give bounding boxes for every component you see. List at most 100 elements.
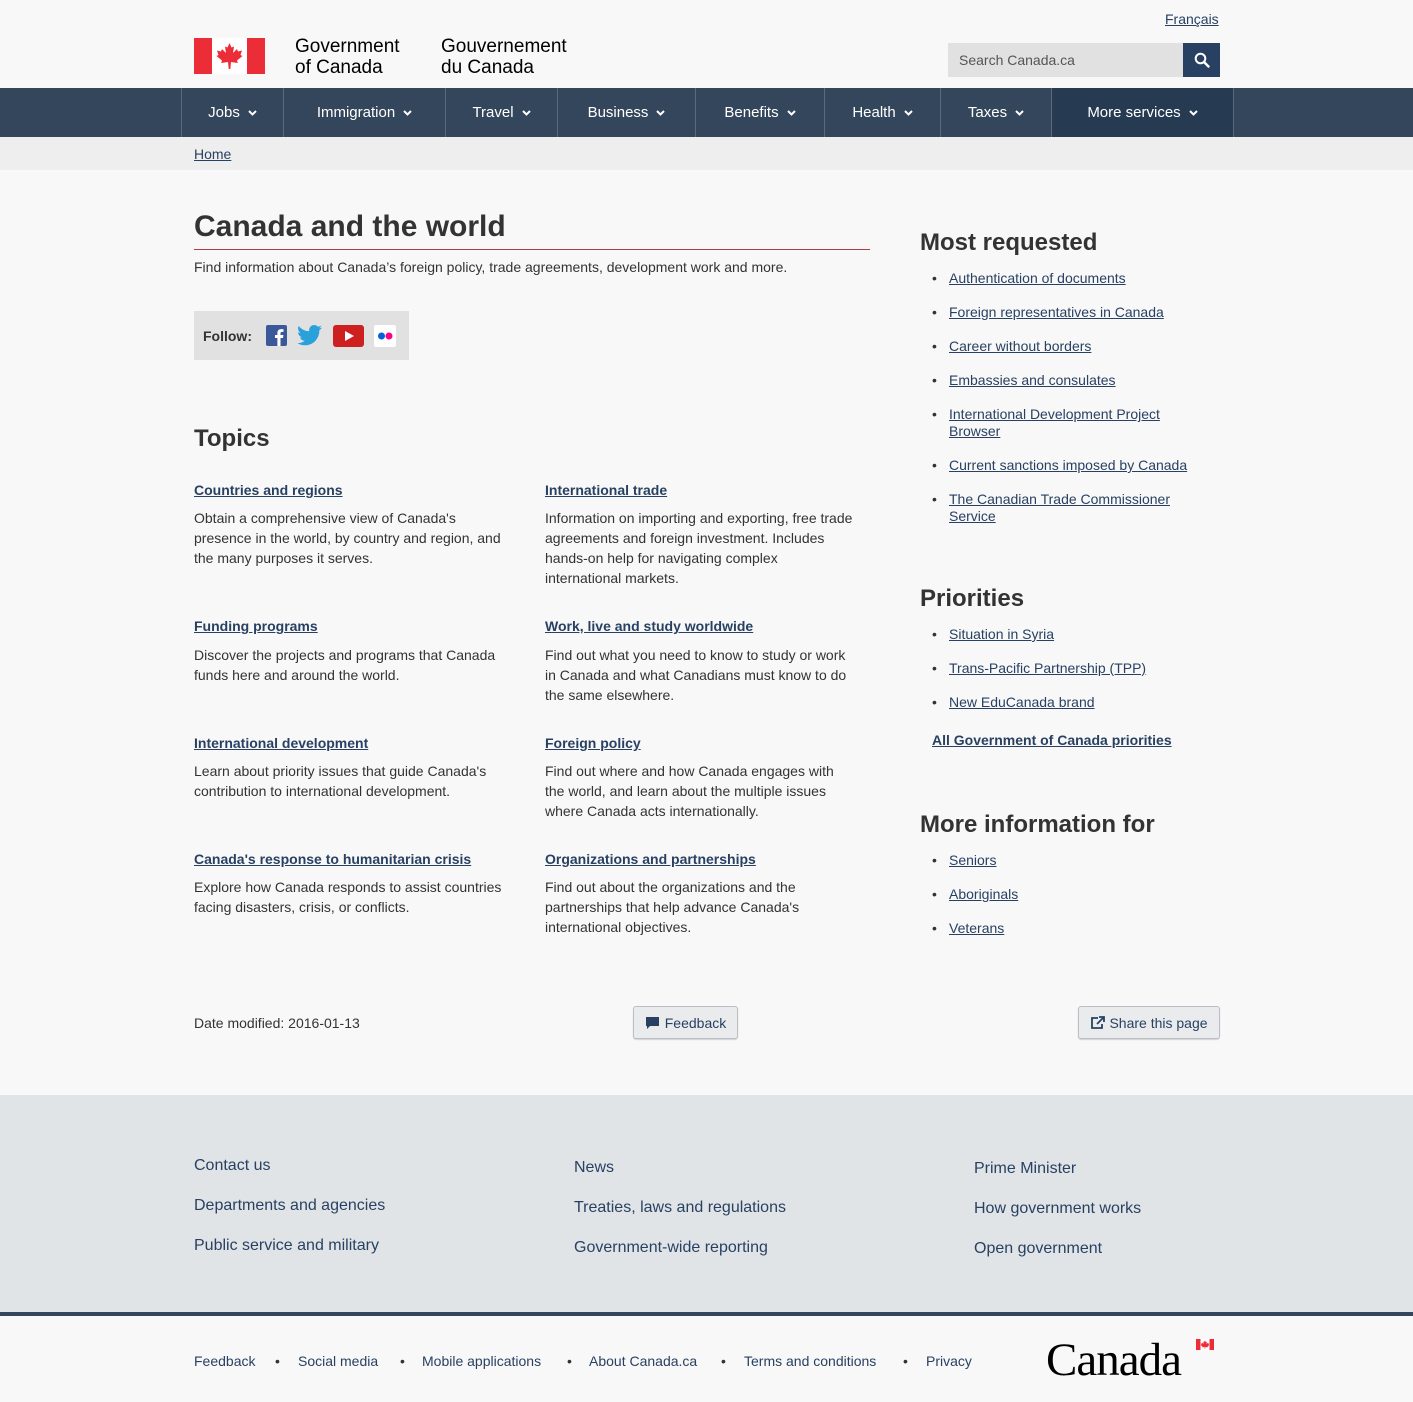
topic-link-humanitarian-crisis[interactable]: Canada's response to humanitarian crisis xyxy=(194,851,471,867)
search-icon xyxy=(1194,52,1210,68)
chevron-down-icon xyxy=(903,109,913,116)
separator: • xyxy=(903,1353,908,1369)
footer-link-contact-us[interactable]: Contact us xyxy=(194,1157,270,1175)
topic-link-work-live-study[interactable]: Work, live and study worldwide xyxy=(545,618,753,634)
most-requested-link[interactable]: Authentication of documents xyxy=(949,270,1126,286)
sub-footer-link-feedback[interactable]: Feedback xyxy=(194,1353,255,1369)
footer-link-reporting[interactable]: Government-wide reporting xyxy=(574,1239,768,1257)
date-modified: Date modified: 2016-01-13 xyxy=(194,1015,360,1031)
priority-link[interactable]: New EduCanada brand xyxy=(949,694,1095,710)
twitter-icon xyxy=(297,325,322,346)
most-requested-link[interactable]: The Canadian Trade Commissioner Service xyxy=(949,491,1170,524)
footer-link-open-government[interactable]: Open government xyxy=(974,1240,1102,1258)
footer-link-prime-minister[interactable]: Prime Minister xyxy=(974,1160,1076,1178)
most-requested-link[interactable]: Foreign representatives in Canada xyxy=(949,304,1164,320)
topic-desc-funding-programs: Discover the projects and programs that … xyxy=(194,645,495,685)
list-item: Aboriginals xyxy=(932,886,1018,903)
menu-label: Taxes xyxy=(967,104,1008,121)
menu-item-health[interactable]: Health xyxy=(824,88,940,137)
link-line: The Canadian Trade Commissioner xyxy=(949,491,1170,507)
topic-desc-international-trade: Information on importing and exporting, … xyxy=(545,508,852,588)
topic-link-funding-programs[interactable]: Funding programs xyxy=(194,618,318,634)
sub-footer-link-terms[interactable]: Terms and conditions xyxy=(744,1353,876,1369)
separator: • xyxy=(400,1353,405,1369)
flickr-link[interactable] xyxy=(374,324,396,347)
footer-link-departments[interactable]: Departments and agencies xyxy=(194,1197,385,1215)
priority-link[interactable]: Situation in Syria xyxy=(949,626,1054,642)
topic-desc-international-development: Learn about priority issues that guide C… xyxy=(194,761,486,801)
menu-label: Jobs xyxy=(208,104,240,121)
topic-link-international-development[interactable]: International development xyxy=(194,735,368,751)
topic-desc-line: Explore how Canada responds to assist co… xyxy=(194,879,502,895)
footer-link-treaties[interactable]: Treaties, laws and regulations xyxy=(574,1199,786,1217)
list-item: New EduCanada brand xyxy=(932,694,1095,711)
youtube-link[interactable] xyxy=(333,324,364,347)
topic-link-countries-regions[interactable]: Countries and regions xyxy=(194,482,343,498)
more-info-link[interactable]: Seniors xyxy=(949,852,996,868)
footer-link-news[interactable]: News xyxy=(574,1159,614,1177)
menu-item-business[interactable]: Business xyxy=(557,88,695,137)
page-title: Canada and the world xyxy=(194,210,870,250)
sub-footer-link-mobile-apps[interactable]: Mobile applications xyxy=(422,1353,541,1369)
facebook-link[interactable] xyxy=(266,325,287,346)
topic-desc-organizations-partnerships: Find out about the organizations and the… xyxy=(545,877,799,937)
list-item: Seniors xyxy=(932,852,997,869)
sub-footer-link-about[interactable]: About Canada.ca xyxy=(589,1353,697,1369)
sub-footer-link-social-media[interactable]: Social media xyxy=(298,1353,378,1369)
twitter-link[interactable] xyxy=(297,325,323,346)
list-item: Foreign representatives in Canada xyxy=(932,304,1164,321)
topic-desc-line: Find out what you need to know to study … xyxy=(545,647,846,663)
menu-label: Benefits xyxy=(724,104,779,121)
menu-item-jobs[interactable]: Jobs xyxy=(181,88,283,137)
canada-wordmark-text: Canada xyxy=(1046,1334,1182,1386)
page-intro: Find information about Canada’s foreign … xyxy=(194,259,788,275)
feedback-button[interactable]: Feedback xyxy=(633,1006,738,1039)
search-input[interactable]: Search Canada.ca xyxy=(948,43,1183,77)
topic-link-foreign-policy[interactable]: Foreign policy xyxy=(545,735,641,751)
sub-footer-link-privacy[interactable]: Privacy xyxy=(926,1353,972,1369)
share-button-label: Share this page xyxy=(1109,1014,1208,1031)
topic-desc-foreign-policy: Find out where and how Canada engages wi… xyxy=(545,761,834,821)
topic-desc-line: Obtain a comprehensive view of Canada's xyxy=(194,510,456,526)
list-item: Career without borders xyxy=(932,338,1091,355)
menu-item-more-services[interactable]: More services xyxy=(1051,88,1234,137)
topic-desc-line: Learn about priority issues that guide C… xyxy=(194,763,487,779)
share-page-button[interactable]: Share this page xyxy=(1078,1006,1220,1039)
topic-desc-line: presence in the world, by country and re… xyxy=(194,530,501,546)
separator: • xyxy=(567,1353,572,1369)
topic-desc-line: where Canada acts internationally. xyxy=(545,803,759,819)
more-info-link[interactable]: Veterans xyxy=(949,920,1004,936)
topic-desc-line: the same elsewhere. xyxy=(545,687,675,703)
topic-link-organizations-partnerships[interactable]: Organizations and partnerships xyxy=(545,851,756,867)
menu-item-travel[interactable]: Travel xyxy=(445,88,557,137)
topic-desc-line: Discover the projects and programs that … xyxy=(194,647,496,663)
all-priorities-link[interactable]: All Government of Canada priorities xyxy=(932,732,1172,748)
most-requested-link[interactable]: Embassies and consulates xyxy=(949,372,1116,388)
topic-desc-line: facing disasters, crisis, or conflicts. xyxy=(194,899,410,915)
menu-item-taxes[interactable]: Taxes xyxy=(940,88,1051,137)
list-item: Trans-Pacific Partnership (TPP) xyxy=(932,660,1146,677)
footer-link-public-service[interactable]: Public service and military xyxy=(194,1237,379,1255)
more-information-heading: More information for xyxy=(920,811,1155,838)
most-requested-link[interactable]: Career without borders xyxy=(949,338,1091,354)
footer-link-how-government-works[interactable]: How government works xyxy=(974,1200,1141,1218)
menu-label: Business xyxy=(587,104,649,121)
chevron-down-icon xyxy=(656,109,666,116)
topic-desc-line: the world, and learn about the multiple … xyxy=(545,783,826,799)
priority-link[interactable]: Trans-Pacific Partnership (TPP) xyxy=(949,660,1146,676)
topic-desc-line: Information on importing and exporting, … xyxy=(545,510,853,526)
more-info-link[interactable]: Aboriginals xyxy=(949,886,1018,902)
main-menu: Jobs Immigration Travel Business Benefit… xyxy=(0,88,1413,137)
most-requested-link[interactable]: International Development Project Browser xyxy=(949,406,1160,439)
menu-item-immigration[interactable]: Immigration xyxy=(283,88,445,137)
list-item: Situation in Syria xyxy=(932,626,1054,643)
topic-link-international-trade[interactable]: International trade xyxy=(545,482,667,498)
language-toggle-link[interactable]: Français xyxy=(1165,11,1219,27)
most-requested-list: Authentication of documents Foreign repr… xyxy=(932,270,1229,530)
chevron-down-icon xyxy=(521,109,531,116)
menu-item-benefits[interactable]: Benefits xyxy=(695,88,824,137)
search-button[interactable] xyxy=(1183,43,1220,77)
most-requested-link[interactable]: Current sanctions imposed by Canada xyxy=(949,457,1187,473)
chevron-down-icon xyxy=(403,109,412,116)
breadcrumb-home-link[interactable]: Home xyxy=(194,146,231,162)
